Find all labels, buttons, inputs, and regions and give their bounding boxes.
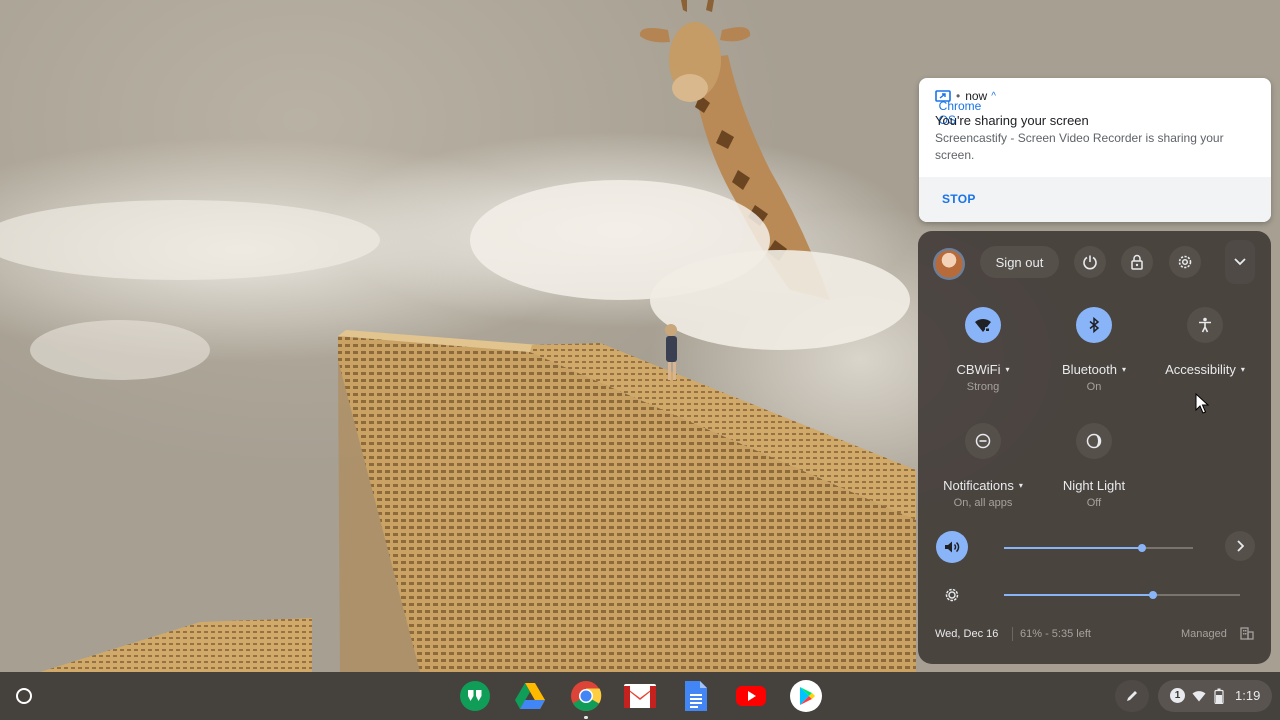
tile-notifications[interactable]: Notifications ▾ On, all apps	[928, 423, 1038, 509]
settings-button[interactable]	[1169, 246, 1201, 278]
screen-share-notification: Chrome OS • now ^ You're sharing your sc…	[919, 78, 1271, 222]
notification-title: You're sharing your screen	[935, 113, 1089, 128]
gmail-app[interactable]	[623, 679, 657, 713]
notification-header[interactable]: Chrome OS • now ^	[935, 89, 996, 127]
night-light-label[interactable]: Night Light	[1039, 478, 1149, 493]
status-tray[interactable]: 1 1:19	[1158, 680, 1272, 712]
launcher-icon	[16, 688, 32, 704]
gear-icon	[1178, 255, 1192, 269]
brightness-slider[interactable]	[1004, 591, 1240, 599]
bluetooth-status: On	[1086, 381, 1102, 393]
lock-icon	[1131, 254, 1143, 270]
footer-divider	[1012, 627, 1013, 641]
mouse-cursor-icon	[1195, 393, 1209, 414]
wifi-label[interactable]: CBWiFi ▾	[928, 362, 1038, 377]
wifi-network-name: CBWiFi	[956, 362, 1001, 377]
audio-settings-button[interactable]	[1225, 531, 1255, 561]
tile-wifi[interactable]: CBWiFi ▾ Strong	[928, 307, 1038, 393]
chevron-down-icon	[1234, 258, 1246, 266]
youtube-app[interactable]	[734, 679, 768, 713]
night-light-status: Off	[1086, 497, 1102, 509]
chevron-up-icon[interactable]: ^	[991, 91, 996, 102]
power-icon	[1083, 255, 1097, 270]
dropdown-arrow-icon: ▾	[1018, 481, 1023, 490]
tile-accessibility[interactable]: Accessibility ▾	[1150, 307, 1260, 377]
notifications-label[interactable]: Notifications ▾	[928, 478, 1038, 493]
accessibility-label[interactable]: Accessibility ▾	[1150, 362, 1260, 377]
accessibility-name: Accessibility	[1165, 362, 1236, 377]
notifications-name: Notifications	[943, 478, 1014, 493]
user-avatar[interactable]	[933, 248, 965, 280]
volume-slider-fill	[1004, 547, 1142, 549]
bluetooth-label[interactable]: Bluetooth ▾	[1039, 362, 1149, 377]
dropdown-arrow-icon: ▾	[1121, 365, 1126, 374]
stop-sharing-button[interactable]: STOP	[942, 192, 976, 206]
wifi-icon	[975, 318, 991, 332]
dropdown-arrow-icon: ▾	[1005, 365, 1010, 374]
google-docs-app[interactable]	[679, 679, 713, 713]
night-light-icon	[1086, 433, 1102, 449]
tile-night-light[interactable]: Night Light Off	[1039, 423, 1149, 509]
brightness-button	[936, 579, 968, 611]
google-docs-icon	[685, 681, 707, 711]
bluetooth-name: Bluetooth	[1062, 362, 1117, 377]
running-indicator	[584, 716, 588, 719]
volume-slider-thumb[interactable]	[1138, 544, 1146, 552]
wifi-toggle[interactable]	[965, 307, 1001, 343]
brightness-icon	[945, 588, 959, 602]
google-drive-icon	[515, 683, 545, 709]
wifi-status: Strong	[966, 381, 1000, 393]
night-light-toggle[interactable]	[1076, 423, 1112, 459]
bluetooth-icon	[1089, 317, 1100, 333]
accessibility-icon	[1199, 317, 1211, 333]
hangouts-chat-app[interactable]	[458, 679, 492, 713]
notifications-toggle[interactable]	[965, 423, 1001, 459]
managed-label[interactable]: Managed	[1181, 628, 1227, 640]
shelf: 1 1:19	[0, 672, 1280, 720]
bluetooth-toggle[interactable]	[1076, 307, 1112, 343]
tile-bluetooth[interactable]: Bluetooth ▾ On	[1039, 307, 1149, 393]
battery-status[interactable]: 61% - 5:35 left	[1020, 628, 1091, 640]
google-drive-app[interactable]	[513, 679, 547, 713]
play-store-icon	[790, 680, 822, 712]
chrome-app[interactable]	[569, 679, 603, 719]
sign-out-button[interactable]: Sign out	[980, 246, 1059, 278]
battery-icon	[1214, 688, 1224, 704]
dropdown-arrow-icon: ▾	[1240, 365, 1245, 374]
power-button[interactable]	[1074, 246, 1106, 278]
clock: 1:19	[1235, 688, 1261, 703]
youtube-icon	[736, 686, 766, 706]
chrome-icon	[571, 681, 602, 712]
notification-actions: STOP	[919, 177, 1271, 222]
collapse-button[interactable]	[1225, 240, 1255, 284]
notification-count-badge: 1	[1170, 688, 1185, 703]
enterprise-building-icon[interactable]	[1240, 627, 1254, 645]
volume-mute-button[interactable]	[936, 531, 968, 563]
stylus-tools-button[interactable]	[1115, 680, 1149, 712]
brightness-slider-thumb[interactable]	[1149, 591, 1157, 599]
play-store-app[interactable]	[789, 679, 823, 713]
hangouts-chat-icon	[460, 681, 490, 711]
do-not-disturb-icon	[975, 433, 991, 449]
wifi-status-icon	[1192, 691, 1206, 702]
quick-settings-panel: Sign out CBWiFi ▾ Strong Bluetooth ▾ On …	[918, 231, 1271, 664]
pen-icon	[1127, 691, 1137, 701]
gmail-icon	[624, 684, 656, 708]
launcher-button[interactable]	[8, 680, 40, 712]
lock-button[interactable]	[1121, 246, 1153, 278]
chevron-right-icon	[1237, 540, 1244, 552]
date-label[interactable]: Wed, Dec 16	[935, 628, 998, 640]
brightness-slider-fill	[1004, 594, 1153, 596]
volume-icon	[945, 541, 960, 553]
notifications-status: On, all apps	[953, 497, 1013, 509]
notification-body: Screencastify - Screen Video Recorder is…	[935, 131, 1224, 162]
accessibility-toggle[interactable]	[1187, 307, 1223, 343]
volume-slider[interactable]	[1004, 544, 1193, 552]
